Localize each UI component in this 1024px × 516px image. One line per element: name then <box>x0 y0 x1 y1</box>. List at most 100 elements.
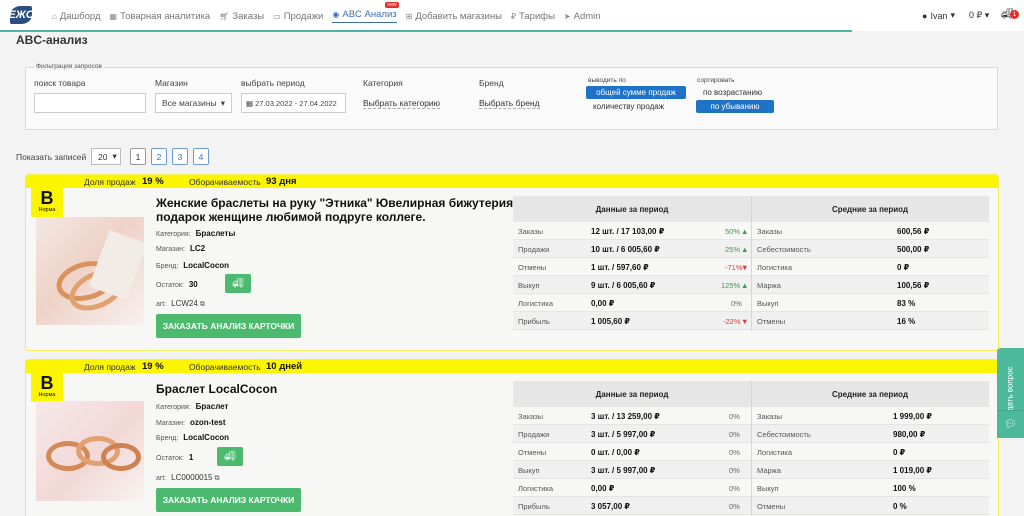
grade-letter: B <box>40 188 54 208</box>
avg-label: Себестоимость <box>757 430 811 439</box>
category-value: Браслет <box>195 402 229 411</box>
order-card-analysis-button[interactable]: ЗАКАЗАТЬ АНАЛИЗ КАРТОЧКИ <box>156 314 301 338</box>
avg-label: Выкуп <box>757 299 779 308</box>
avg-label: Отмены <box>757 317 786 326</box>
field-label: Бренд: <box>156 435 179 442</box>
row-value: 3 шт. / 5 997,00 ₽ <box>591 466 656 475</box>
select-brand-link[interactable]: Выбрать бренд <box>479 98 540 109</box>
logo-mark: ЕЖС <box>8 6 34 24</box>
row-value: 0 шт. / 0,00 ₽ <box>591 448 640 457</box>
truck-icon: 🚚︎ <box>232 278 244 288</box>
ruble-icon: ₽ <box>510 11 517 21</box>
output-total-sum-option[interactable]: общей сумме продаж <box>586 86 686 99</box>
page-title: ABC-анализ <box>16 33 88 47</box>
nav-add-stores[interactable]: ⊞ Добавить магазины <box>406 9 502 23</box>
sort-asc-option[interactable]: по возрастанию <box>703 88 762 97</box>
page-button[interactable]: 4 <box>193 148 209 165</box>
stock-value: 30 <box>188 280 198 289</box>
row-percent: 0% <box>729 430 740 439</box>
row-label: Заказы <box>518 227 544 236</box>
period-input[interactable]: ▦ 27.03.2022 - 27.04.2022 <box>241 93 346 113</box>
avg-value: 83 % <box>897 299 916 308</box>
page-button[interactable]: 2 <box>151 148 167 165</box>
balance-menu[interactable]: 0 ₽ ▾ <box>969 10 989 21</box>
store-select[interactable]: Все магазины ▾ <box>155 93 232 113</box>
arrow-up-icon: ▲ <box>741 281 749 290</box>
new-badge: new <box>385 2 399 8</box>
nav-orders[interactable]: 🛒︎ Заказы <box>219 9 264 23</box>
nav-sales[interactable]: ▭ Продажи <box>273 9 323 23</box>
external-link-icon[interactable]: ⧉ <box>200 301 205 308</box>
user-menu[interactable]: ● Ivan ▾ <box>922 10 955 21</box>
external-link-icon[interactable]: ⧉ <box>215 475 220 482</box>
logo[interactable]: ЕЖС <box>8 5 56 25</box>
row-percent: 0% <box>729 412 740 421</box>
turnover-label: Оборачиваемость <box>189 177 261 187</box>
add-store-icon: ⊞ <box>405 11 413 21</box>
row-value: 12 шт. / 17 103,00 ₽ <box>591 227 665 236</box>
grid-icon: ▦ <box>109 11 118 21</box>
avg-value: 100,56 ₽ <box>897 281 930 290</box>
abc-grade-badge: B Норма <box>31 185 63 217</box>
row-label: Логистика <box>518 299 554 308</box>
row-percent: 0% <box>731 299 742 308</box>
store-field: Магазин: LC2 <box>156 244 205 253</box>
main-nav: ⌂ Дашборд ▦ Товарная аналитика 🛒︎ Заказы ▭ П… <box>52 2 610 23</box>
avg-label: Логистика <box>757 263 793 272</box>
turnover-label: Оборачиваемость <box>189 362 261 372</box>
delivery-truck-button[interactable]: 🚚︎ <box>217 447 243 466</box>
row-percent: 25% <box>725 245 741 254</box>
avg-value: 100 % <box>893 484 916 493</box>
stock-field: Остаток: 30 <box>156 280 198 289</box>
abc-grade-badge: B Норма <box>31 370 63 402</box>
records-per-page-select[interactable]: 20 ▾ <box>91 148 121 165</box>
sort-desc-option[interactable]: по убыванию <box>696 100 774 113</box>
row-label: Продажи <box>518 245 550 254</box>
row-percent: -22% <box>723 317 741 326</box>
nav-dashboard[interactable]: ⌂ Дашборд <box>52 9 101 23</box>
grade-status: Норма <box>38 207 56 213</box>
average-data-header: Средние за период <box>751 381 989 407</box>
row-label: Прибыль <box>518 317 550 326</box>
row-value: 10 шт. / 6 005,60 ₽ <box>591 245 660 254</box>
product-image[interactable] <box>36 401 144 501</box>
output-quantity-option[interactable]: количеству продаж <box>593 102 664 111</box>
chat-icon[interactable]: 💬︎ <box>997 410 1024 438</box>
brand-value: LocalCocon <box>183 261 230 270</box>
field-label: Категория: <box>156 231 191 238</box>
nav-abc-analysis[interactable]: ◉ ABC Анализ new <box>332 2 399 23</box>
avg-value: 0 % <box>893 502 907 511</box>
nav-label: Тарифы <box>519 10 555 22</box>
avg-value: 500,00 ₽ <box>897 245 930 254</box>
avg-value: 16 % <box>897 317 916 326</box>
nav-tariffs[interactable]: ₽ Тарифы <box>511 9 555 23</box>
turnover-value: 93 дня <box>266 176 297 187</box>
avg-label: Заказы <box>757 227 783 236</box>
row-value: 3 057,00 ₽ <box>591 502 630 511</box>
chevron-down-icon: ▾ <box>984 10 990 20</box>
turnover-value: 10 дней <box>266 361 303 372</box>
field-label: Магазин: <box>156 246 185 253</box>
art-value[interactable]: LCW24 <box>171 299 198 308</box>
page-button[interactable]: 1 <box>130 148 146 165</box>
product-title[interactable]: Браслет LocalCocon <box>156 382 516 396</box>
page-button[interactable]: 3 <box>172 148 188 165</box>
nav-product-analytics[interactable]: ▦ Товарная аналитика <box>110 9 211 23</box>
avg-value: 0 ₽ <box>893 448 906 457</box>
art-value[interactable]: LC0000015 <box>171 473 212 482</box>
row-value: 3 шт. / 5 997,00 ₽ <box>591 430 656 439</box>
delivery-truck-button[interactable]: 🚚︎ <box>225 274 251 293</box>
product-image[interactable] <box>36 217 144 325</box>
row-value: 0,00 ₽ <box>591 484 615 493</box>
product-title[interactable]: Женские браслеты на руку "Этника" Ювелир… <box>156 196 516 224</box>
select-category-link[interactable]: Выбрать категорию <box>363 98 441 109</box>
row-label: Заказы <box>518 412 544 421</box>
nav-admin[interactable]: ➤ Admin <box>564 9 601 23</box>
nav-label: Admin <box>573 10 601 22</box>
order-card-analysis-button[interactable]: ЗАКАЗАТЬ АНАЛИЗ КАРТОЧКИ <box>156 488 301 512</box>
search-input[interactable] <box>34 93 146 113</box>
nav-label: Продажи <box>283 10 324 22</box>
average-data-header: Средние за период <box>751 196 989 222</box>
stock-field: Остаток: 1 <box>156 453 193 462</box>
card-header-bar <box>26 360 998 373</box>
